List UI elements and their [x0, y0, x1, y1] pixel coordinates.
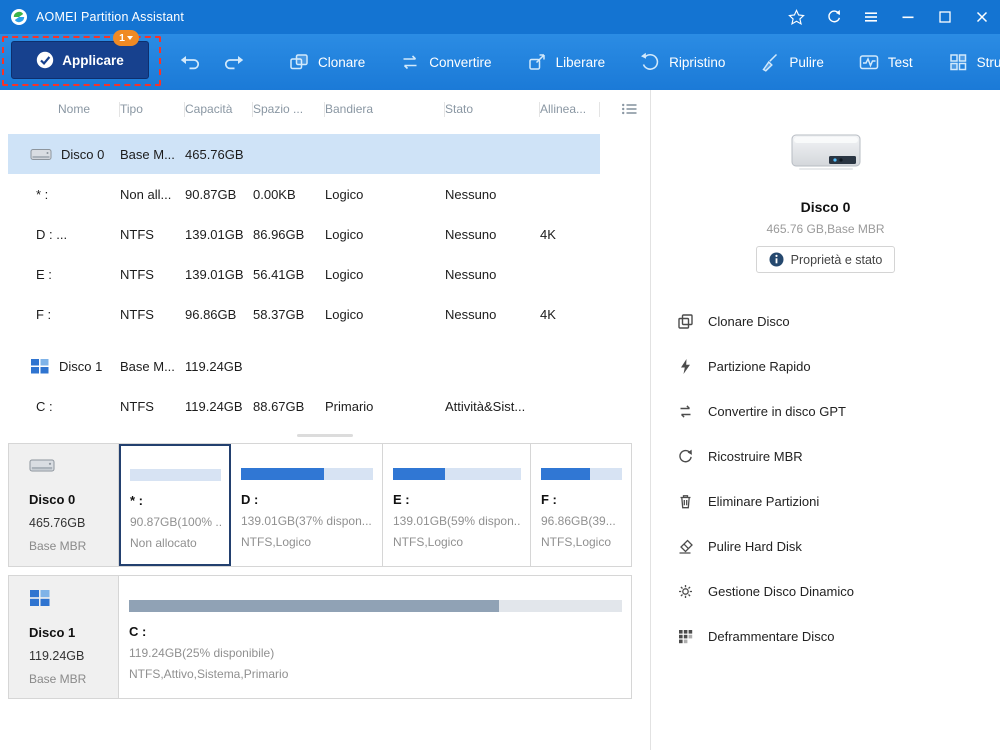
diskmap-disk0-header[interactable]: Disco 0 465.76GB Base MBR [9, 444, 119, 566]
maximize-button[interactable] [926, 0, 963, 34]
toolbar-item-free-up[interactable]: Liberare [524, 45, 608, 79]
minimize-button[interactable] [889, 0, 926, 34]
titlebar: AOMEI Partition Assistant [0, 0, 1000, 34]
partition-block-c[interactable]: C : 119.24GB(25% disponibile) NTFS,Attiv… [119, 576, 631, 698]
partition-block-f[interactable]: F : 96.86GB(39... NTFS,Logico [531, 444, 631, 566]
main-area: Nome Tipo Capacità Spazio ... Bandiera S… [0, 90, 1000, 750]
diskmap-disk1: Disco 1 119.24GB Base MBR C : 119.24GB(2… [8, 575, 632, 699]
table-row-e[interactable]: E : NTFS 139.01GB 56.41GB Logico Nessuno [8, 254, 600, 294]
header-tipo[interactable]: Tipo [120, 101, 185, 117]
table-header: Nome Tipo Capacità Spazio ... Bandiera S… [0, 96, 637, 122]
table-row-unallocated[interactable]: * : Non all... 90.87GB 0.00KB Logico Nes… [8, 174, 600, 214]
test-icon [858, 51, 880, 73]
action-quick-partition[interactable]: Partizione Rapido [677, 344, 1000, 389]
table-row-disk1[interactable]: Disco 1 Base M... 119.24GB [8, 346, 600, 386]
sidebar-disk-info: 465.76 GB,Base MBR [766, 222, 885, 236]
wipe-disk-icon [677, 538, 694, 555]
table-row-c[interactable]: C : NTFS 119.24GB 88.67GB Primario Attiv… [8, 386, 600, 426]
sidebar-actions: Clonare Disco Partizione Rapido Converti… [651, 299, 1000, 659]
action-dynamic-disk[interactable]: Gestione Disco Dinamico [677, 569, 1000, 614]
header-capacita[interactable]: Capacità [185, 101, 253, 117]
header-bandiera[interactable]: Bandiera [325, 101, 445, 117]
undo-redo-group [176, 50, 248, 75]
toolbar: Applicare 1 Clonare Convertire Liberare … [0, 30, 1000, 90]
apply-label: Applicare [62, 52, 124, 68]
free-up-icon [526, 51, 548, 73]
table-row-d[interactable]: D : ... NTFS 139.01GB 86.96GB Logico Nes… [8, 214, 600, 254]
toolbar-items: Clonare Convertire Liberare Ripristino P… [286, 45, 1000, 79]
info-icon [769, 252, 784, 267]
partition-block-e[interactable]: E : 139.01GB(59% dispon... NTFS,Logico [383, 444, 531, 566]
undo-button[interactable] [176, 50, 205, 75]
action-rebuild-mbr[interactable]: Ricostruire MBR [677, 434, 1000, 479]
disk-icon [30, 147, 52, 162]
disk-icon [29, 589, 51, 607]
disk-list-panel: Nome Tipo Capacità Spazio ... Bandiera S… [0, 90, 650, 750]
clone-disk-icon [677, 313, 694, 330]
diskmap-disk1-partitions: C : 119.24GB(25% disponibile) NTFS,Attiv… [119, 576, 631, 698]
tools-icon [947, 51, 969, 73]
defrag-icon [677, 628, 694, 645]
apply-highlight-box: Applicare 1 [2, 30, 161, 86]
header-allinea[interactable]: Allinea... [540, 101, 600, 117]
column-settings-icon[interactable] [621, 102, 638, 119]
diskmap-disk0-partitions: * : 90.87GB(100% .. Non allocato D : 139… [119, 444, 631, 566]
partition-block-d[interactable]: D : 139.01GB(37% dispon... NTFS,Logico [231, 444, 383, 566]
convert-icon [399, 51, 421, 73]
convert-gpt-icon [677, 403, 694, 420]
titlebar-buttons [778, 0, 1000, 34]
action-defrag[interactable]: Deframmentare Disco [677, 614, 1000, 659]
table-body: Disco 0 Base M... 465.76GB * : Non all..… [0, 134, 650, 426]
action-wipe-disk[interactable]: Pulire Hard Disk [677, 524, 1000, 569]
header-spazio[interactable]: Spazio ... [253, 101, 325, 117]
toolbar-item-restore[interactable]: Ripristino [637, 45, 727, 79]
clean-icon [759, 51, 781, 73]
check-icon [36, 51, 54, 69]
diskmap-disk0: Disco 0 465.76GB Base MBR * : 90.87GB(10… [8, 443, 632, 567]
app-title: AOMEI Partition Assistant [36, 10, 185, 24]
partition-block-unallocated[interactable]: * : 90.87GB(100% .. Non allocato [119, 444, 231, 566]
redo-button[interactable] [219, 50, 248, 75]
action-convert-gpt[interactable]: Convertire in disco GPT [677, 389, 1000, 434]
toolbar-item-convert[interactable]: Convertire [397, 45, 493, 79]
refresh-icon[interactable] [815, 0, 852, 34]
menu-icon[interactable] [852, 0, 889, 34]
usage-bar [129, 600, 622, 612]
splitter-handle[interactable] [297, 434, 353, 437]
usage-bar [241, 468, 373, 480]
rebuild-mbr-icon [677, 448, 694, 465]
usage-bar [130, 469, 221, 481]
sidebar-disk-name: Disco 0 [800, 199, 851, 215]
apply-badge[interactable]: 1 [113, 30, 139, 46]
toolbar-item-clean[interactable]: Pulire [757, 45, 826, 79]
favorite-star-icon[interactable] [778, 0, 815, 34]
toolbar-item-test[interactable]: Test [856, 45, 915, 79]
disk-icon [29, 457, 55, 474]
action-delete-partitions[interactable]: Eliminare Partizioni [677, 479, 1000, 524]
apply-button[interactable]: Applicare [11, 41, 149, 79]
action-clone-disk[interactable]: Clonare Disco [677, 299, 1000, 344]
properties-button[interactable]: Proprietà e stato [755, 246, 896, 273]
app-logo-icon [10, 8, 28, 26]
close-button[interactable] [963, 0, 1000, 34]
quick-partition-icon [677, 358, 694, 375]
diskmap-disk1-header[interactable]: Disco 1 119.24GB Base MBR [9, 576, 119, 698]
toolbar-item-tools[interactable]: Strumenti [945, 45, 1000, 79]
selected-disk-image [787, 130, 865, 174]
toolbar-item-clone[interactable]: Clonare [286, 45, 367, 79]
dynamic-disk-icon [677, 583, 694, 600]
usage-bar [541, 468, 622, 480]
badge-caret-icon [126, 36, 133, 40]
table-row-disk0[interactable]: Disco 0 Base M... 465.76GB [8, 134, 600, 174]
clone-icon [288, 51, 310, 73]
header-nome[interactable]: Nome [30, 101, 120, 117]
header-stato[interactable]: Stato [445, 101, 540, 117]
sidebar: Disco 0 465.76 GB,Base MBR Proprietà e s… [650, 90, 1000, 750]
delete-partitions-icon [677, 493, 694, 510]
table-row-f[interactable]: F : NTFS 96.86GB 58.37GB Logico Nessuno … [8, 294, 600, 334]
usage-bar [393, 468, 521, 480]
disk-icon [30, 358, 50, 374]
app-window: AOMEI Partition Assistant Applicare 1 Cl… [0, 0, 1000, 750]
restore-icon [639, 51, 661, 73]
